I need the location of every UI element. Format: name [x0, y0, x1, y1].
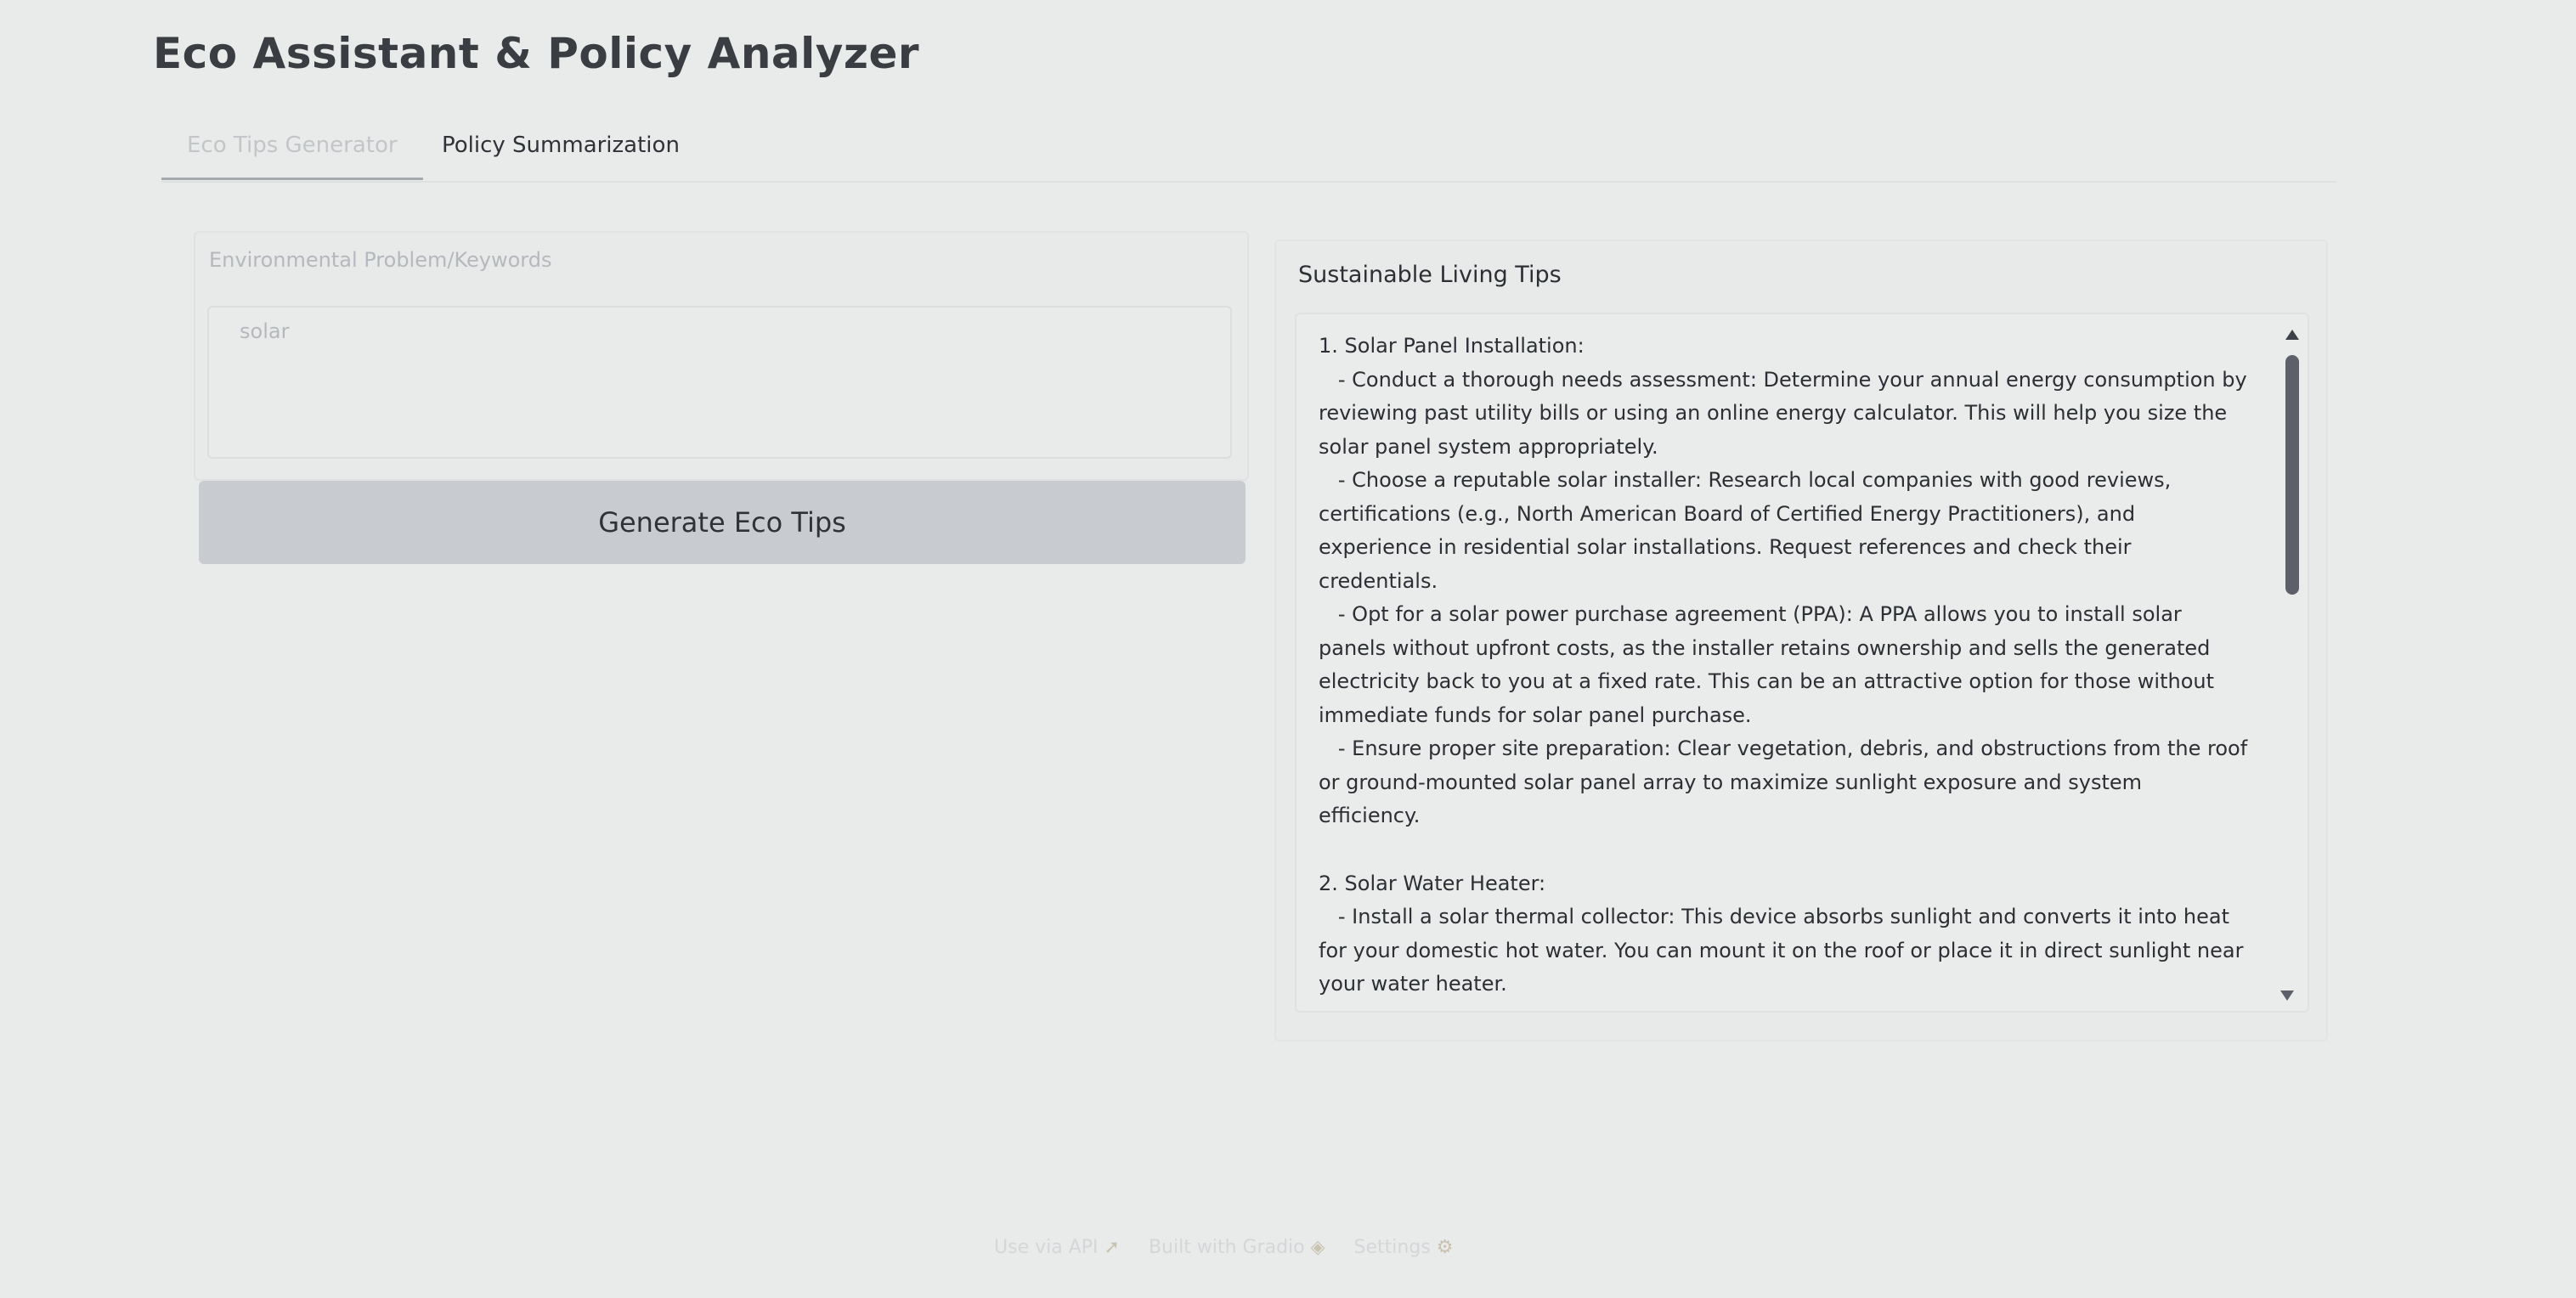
output-line: panels without upfront costs, as the ins…: [1319, 635, 2211, 660]
output-line: for your domestic hot water. You can mou…: [1319, 938, 2244, 962]
page-title: Eco Assistant & Policy Analyzer: [153, 29, 920, 78]
output-line: reviewing past utility bills or using an…: [1319, 401, 2228, 425]
output-line: 2. Solar Water Heater:: [1319, 871, 1546, 895]
output-scrollbar[interactable]: [2280, 330, 2301, 1001]
output-textbox[interactable]: 1. Solar Panel Installation: - Conduct a…: [1295, 313, 2309, 1013]
output-line: experience in residential solar installa…: [1319, 535, 2132, 559]
output-panel: Sustainable Living Tips 1. Solar Panel I…: [1274, 240, 2328, 1041]
gear-icon: ⚙: [1436, 1236, 1454, 1258]
output-line: solar panel system appropriately.: [1319, 434, 1658, 459]
output-line: immediate funds for solar panel purchase…: [1319, 703, 1752, 727]
output-line: - Opt for a solar power purchase agreeme…: [1319, 602, 2182, 626]
output-line: efficiency.: [1319, 804, 1421, 827]
scroll-thumb[interactable]: [2285, 355, 2299, 595]
output-line: electricity back to you at a fixed rate.…: [1319, 669, 2214, 693]
output-line: [1319, 833, 2253, 867]
scroll-down-arrow-icon[interactable]: [2280, 990, 2294, 1001]
output-label: Sustainable Living Tips: [1298, 262, 1562, 288]
footer: Use via API ➚ Built with Gradio ◈ Settin…: [994, 1230, 1589, 1264]
rocket-icon: ➚: [1104, 1236, 1120, 1258]
generate-eco-tips-button[interactable]: Generate Eco Tips: [199, 481, 1246, 564]
tab-eco-tips-generator[interactable]: Eco Tips Generator: [161, 123, 423, 180]
output-text: 1. Solar Panel Installation: - Conduct a…: [1319, 330, 2253, 1002]
output-line: - Ensure proper site preparation: Clear …: [1319, 736, 2248, 760]
scroll-up-arrow-icon[interactable]: [2285, 330, 2299, 340]
output-line: credentials.: [1319, 568, 1438, 593]
keywords-label: Environmental Problem/Keywords: [209, 248, 552, 272]
footer-api-link[interactable]: Use via API ➚: [994, 1237, 1120, 1258]
gradio-logo-icon: ◈: [1310, 1236, 1325, 1258]
tab-policy-summarization[interactable]: Policy Summarization: [416, 123, 705, 178]
footer-built-with-gradio-link[interactable]: Built with Gradio ◈: [1149, 1237, 1325, 1258]
footer-settings-link[interactable]: Settings ⚙: [1354, 1237, 1454, 1258]
keywords-input[interactable]: solar: [207, 306, 1232, 459]
output-line: 1. Solar Panel Installation:: [1319, 334, 1585, 358]
tab-bar: Eco Tips Generator Policy Summarization: [161, 115, 2336, 183]
output-line: certifications (e.g., North American Boa…: [1319, 501, 2136, 526]
output-line: - Install a solar thermal collector: Thi…: [1319, 905, 2229, 928]
output-line: your water heater.: [1319, 972, 1507, 996]
output-line: - Choose a reputable solar installer: Re…: [1319, 468, 2172, 492]
output-line: or ground-mounted solar panel array to m…: [1319, 770, 2143, 794]
input-panel: Environmental Problem/Keywords solar: [194, 231, 1249, 481]
output-line: - Conduct a thorough needs assessment: D…: [1319, 367, 2247, 392]
